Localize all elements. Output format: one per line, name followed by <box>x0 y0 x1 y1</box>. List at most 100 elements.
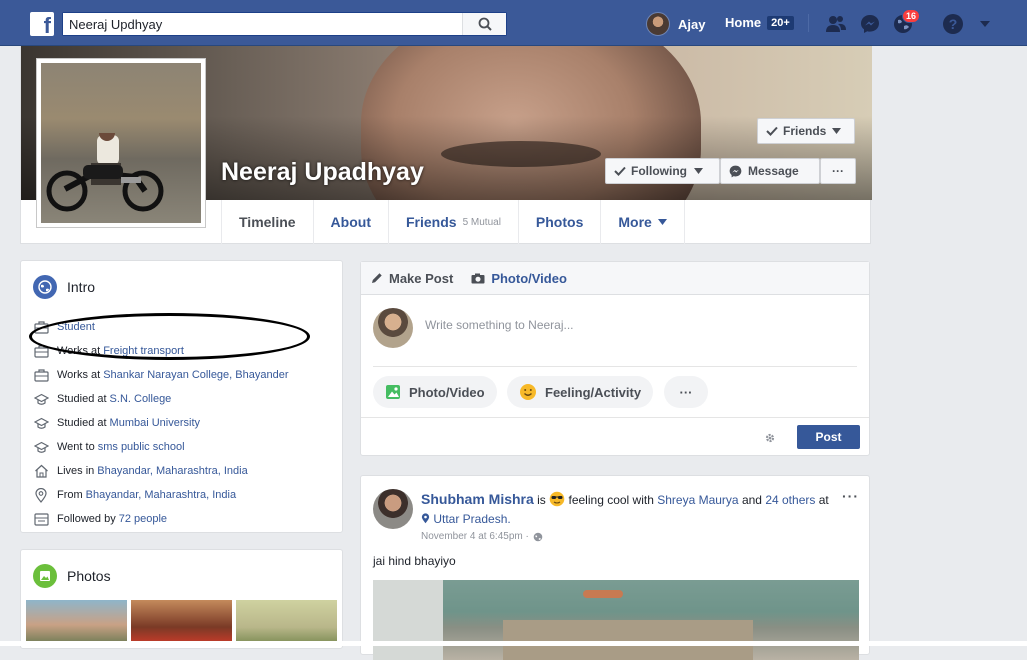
intro-item-followers: Followed by 72 people <box>33 507 288 531</box>
tab-timeline[interactable]: Timeline <box>221 200 313 244</box>
caret-down-icon <box>832 128 842 134</box>
composer-divider <box>373 366 857 367</box>
caret-down-icon <box>657 219 667 225</box>
friends-button[interactable]: Friends <box>757 118 855 144</box>
intro-item-link[interactable]: Bhayandar, Maharashtra, India <box>86 489 236 501</box>
friend-requests-icon <box>826 16 846 32</box>
feeling-activity-button[interactable]: Feeling/Activity <box>507 376 654 408</box>
photo-video-button[interactable]: Photo/Video <box>373 376 497 408</box>
following-button[interactable]: Following <box>605 158 720 184</box>
intro-title: Intro <box>67 279 96 295</box>
avatar <box>373 308 413 348</box>
more-composer-options-button[interactable]: ··· <box>664 376 708 408</box>
intro-item-text: From <box>57 489 83 501</box>
message-button-label: Message <box>748 164 799 178</box>
intro-item-link[interactable]: sms public school <box>98 441 185 453</box>
profile-tabs: Timeline About Friends 5 Mutual Photos Mo… <box>221 200 685 244</box>
sunglasses-emoji-icon <box>549 491 565 507</box>
followers-icon <box>33 511 49 527</box>
bottom-edge <box>0 641 1027 646</box>
notifications-button[interactable]: 16 <box>892 9 920 35</box>
tagged-friend-link[interactable]: Shreya Maurya <box>657 493 738 507</box>
intro-header: Intro <box>33 275 95 299</box>
post-author-link[interactable]: Shubham Mishra <box>421 491 534 507</box>
intro-item-link[interactable]: Freight transport <box>103 345 184 357</box>
photos-title: Photos <box>67 568 111 584</box>
notifications-badge: 16 <box>901 9 920 23</box>
profile-picture[interactable] <box>36 58 206 228</box>
more-options-button[interactable]: ··· <box>820 158 856 184</box>
intro-item-link[interactable]: Mumbai University <box>110 417 200 429</box>
search-input[interactable] <box>63 13 461 35</box>
photo-thumbnails <box>26 600 337 645</box>
intro-item-link[interactable]: 72 people <box>119 513 167 525</box>
image-detail-shape <box>583 590 623 598</box>
image-detail-shape <box>373 580 443 660</box>
intro-item-text: Studied at <box>57 393 107 405</box>
search-button[interactable] <box>462 13 506 35</box>
location-pin-icon <box>421 513 430 524</box>
checkmark-icon <box>766 126 778 136</box>
post-feeling-text: feeling cool with <box>568 493 654 507</box>
account-menu-button[interactable] <box>974 13 996 35</box>
help-button[interactable]: ? <box>942 13 964 35</box>
post-composer: Make Post Photo/Video Photo/Video Feelin… <box>360 261 870 456</box>
post-header-text: Shubham Mishra is feeling cool with Shre… <box>421 491 841 529</box>
more-options-label: ··· <box>832 164 844 178</box>
intro-item-text: Studied at <box>57 417 107 429</box>
post-timestamp[interactable]: November 4 at 6:45pm · <box>421 531 529 542</box>
post-is-text: is <box>537 493 546 507</box>
make-post-tab[interactable]: Make Post <box>371 271 453 286</box>
photo-thumbnail[interactable] <box>131 600 232 645</box>
tab-label: More <box>618 214 652 230</box>
pencil-icon <box>372 273 382 283</box>
composer-footer: Post <box>361 417 869 455</box>
tab-label: Timeline <box>239 214 296 230</box>
help-icon: ? <box>943 14 963 34</box>
intro-item-lives: Lives in Bhayandar, Maharashtra, India <box>33 459 288 483</box>
photo-thumbnail[interactable] <box>26 600 127 645</box>
search-icon <box>478 17 492 31</box>
intro-item-education: Studied at Mumbai University <box>33 411 288 435</box>
tagged-others-link[interactable]: 24 others <box>765 493 815 507</box>
intro-card: Intro Student Works at Freight transport… <box>20 260 343 533</box>
composer-tabs: Make Post Photo/Video <box>361 262 869 295</box>
intro-item-link[interactable]: Student <box>57 321 95 333</box>
post-image[interactable] <box>373 580 859 660</box>
camera-icon <box>471 273 485 283</box>
nav-user-profile[interactable]: Ajay <box>646 12 705 36</box>
tab-about[interactable]: About <box>312 200 388 244</box>
globe-icon <box>533 532 543 541</box>
home-count-badge: 20+ <box>767 15 794 30</box>
tab-photos[interactable]: Photos <box>517 200 600 244</box>
photos-header[interactable]: Photos <box>33 564 111 588</box>
friend-requests-button[interactable] <box>825 13 847 35</box>
chevron-down-icon <box>980 21 990 27</box>
intro-item-link[interactable]: Bhayandar, Maharashtra, India <box>97 465 247 477</box>
intro-item-education: Went to sms public school <box>33 435 288 459</box>
briefcase-icon <box>33 343 49 359</box>
post-text-input[interactable] <box>425 318 845 332</box>
profile-image <box>41 63 201 223</box>
post-location-link[interactable]: Uttar Pradesh. <box>433 512 510 526</box>
avatar[interactable] <box>373 489 413 529</box>
feed-post: Shubham Mishra is feeling cool with Shre… <box>360 475 870 660</box>
avatar <box>646 12 670 36</box>
gear-icon[interactable] <box>764 432 776 444</box>
facebook-logo-icon[interactable]: f <box>30 12 54 36</box>
photo-video-tab[interactable]: Photo/Video <box>471 271 567 286</box>
tab-more[interactable]: More <box>600 200 685 244</box>
post-at-text: at <box>818 493 829 507</box>
checkmark-icon <box>614 166 626 176</box>
photo-thumbnail[interactable] <box>236 600 337 645</box>
tab-friends[interactable]: Friends 5 Mutual <box>387 200 518 244</box>
post-button[interactable]: Post <box>797 425 860 449</box>
svg-text:?: ? <box>949 16 958 32</box>
intro-item-link[interactable]: S.N. College <box>110 393 172 405</box>
profile-name: Neeraj Upadhyay <box>221 158 424 186</box>
message-button[interactable]: Message <box>720 158 820 184</box>
post-options-button[interactable]: ··· <box>842 488 859 504</box>
messages-button[interactable] <box>859 13 881 35</box>
intro-item-link[interactable]: Shankar Narayan College, Bhayander <box>103 369 288 381</box>
nav-home-link[interactable]: Home 20+ <box>725 15 794 30</box>
